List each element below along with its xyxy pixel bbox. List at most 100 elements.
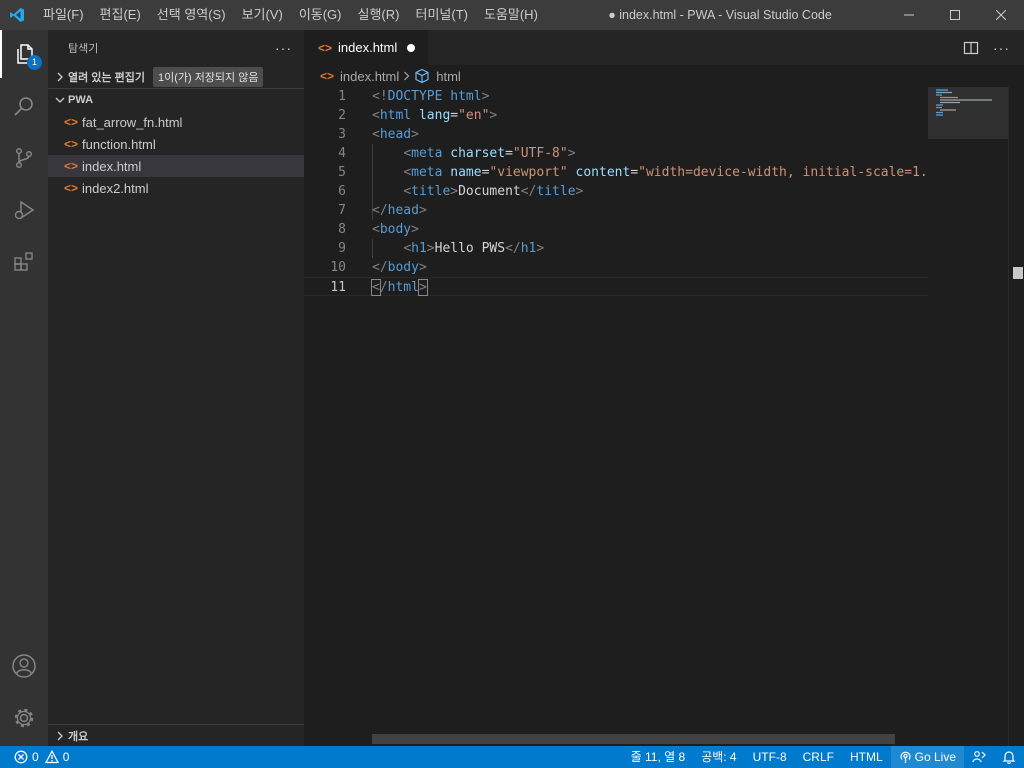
file-item[interactable]: <> fat_arrow_fn.html: [48, 111, 304, 133]
menu-item[interactable]: 이동(G): [291, 0, 350, 30]
menu-item[interactable]: 실행(R): [350, 0, 408, 30]
vertical-scrollbar[interactable]: [1008, 87, 1024, 746]
explorer-button[interactable]: 1: [0, 30, 48, 78]
code-token: >: [411, 222, 419, 237]
problems-indicator[interactable]: 0 0: [0, 746, 69, 768]
line-number: 1: [338, 89, 346, 104]
code-token: </: [372, 203, 388, 218]
chevron-down-icon: [52, 96, 68, 104]
code-token: >: [450, 184, 459, 199]
feedback-button[interactable]: [964, 746, 994, 768]
gear-icon: [14, 708, 34, 728]
folder-section-pwa[interactable]: PWA: [48, 89, 304, 111]
line-number: 9: [338, 241, 346, 256]
menu-item[interactable]: 파일(F): [34, 0, 92, 30]
sidebar-title: 탐색기: [68, 42, 99, 55]
breadcrumb-file[interactable]: index.html: [340, 69, 399, 84]
code-line[interactable]: 11 </html>: [304, 277, 928, 296]
close-button[interactable]: [978, 0, 1024, 30]
file-item[interactable]: <> function.html: [48, 133, 304, 155]
code-token: title: [536, 184, 576, 199]
manage-button[interactable]: [0, 694, 48, 742]
code-token: html: [387, 280, 419, 295]
menu-item[interactable]: 선택 영역(S): [149, 0, 234, 30]
code-token: title: [411, 184, 451, 199]
code-token: <: [372, 127, 380, 142]
menu-item[interactable]: 도움말(H): [476, 0, 546, 30]
explorer-badge: 1: [27, 55, 42, 70]
line-text: <title>Document</title>: [372, 182, 583, 201]
file-tree: <> fat_arrow_fn.html <> function.html <> inde…: [48, 111, 304, 199]
go-live-button[interactable]: Go Live: [890, 746, 964, 768]
code-line[interactable]: 1 <!DOCTYPE html>: [304, 87, 928, 106]
code-token: head: [379, 127, 412, 142]
code-line[interactable]: 9 <h1>Hello PWS</h1>: [304, 239, 928, 258]
sidebar-header: 탐색기 ···: [48, 30, 304, 65]
accounts-button[interactable]: [0, 642, 48, 690]
code-line[interactable]: 7 </head>: [304, 201, 928, 220]
file-name: fat_arrow_fn.html: [82, 114, 183, 130]
menu-item[interactable]: 편집(E): [92, 0, 149, 30]
code-token: <: [372, 222, 380, 237]
file-item[interactable]: <> index.html: [48, 155, 304, 177]
more-actions-icon[interactable]: ···: [275, 40, 292, 56]
code-token: h1: [520, 241, 537, 256]
code-line[interactable]: 10 </body>: [304, 258, 928, 277]
code-token: body: [379, 222, 412, 237]
notifications-button[interactable]: [994, 746, 1024, 768]
unsaved-dot-icon[interactable]: [407, 43, 416, 52]
indentation[interactable]: 공백: 4: [693, 746, 744, 768]
code-line[interactable]: 6 <title>Document</title>: [304, 182, 928, 201]
language-mode[interactable]: HTML: [842, 746, 891, 768]
line-number: 6: [338, 184, 346, 199]
code-line[interactable]: 3 <head>: [304, 125, 928, 144]
code-token: lang: [418, 108, 451, 123]
line-text: </head>: [372, 201, 427, 220]
html-file-icon: <>: [64, 181, 79, 195]
extensions-button[interactable]: [0, 238, 48, 286]
code-line[interactable]: 4 <meta charset="UTF-8">: [304, 144, 928, 163]
line-number: 11: [330, 280, 346, 295]
code-token: "viewport": [489, 165, 568, 180]
code-token: html: [379, 108, 412, 123]
menu-item[interactable]: 터미널(T): [407, 0, 475, 30]
code-token: >: [426, 241, 435, 256]
code-token: head: [387, 203, 419, 218]
extensions-icon: [14, 252, 33, 271]
breadcrumb-symbol[interactable]: html: [436, 69, 461, 84]
outline-section[interactable]: 개요: [48, 724, 304, 746]
minimize-button[interactable]: [886, 0, 932, 30]
cursor-position[interactable]: 줄 11, 열 8: [623, 746, 694, 768]
explorer-sidebar: 탐색기 ··· 열려 있는 편집기 1이(가) 저장되지 않음 PWA <> fa…: [48, 30, 304, 746]
line-number: 2: [338, 108, 346, 123]
code-line[interactable]: 5 <meta name="viewport" content="width=d…: [304, 163, 943, 182]
line-number: 7: [338, 203, 346, 218]
search-button[interactable]: [0, 82, 48, 130]
open-editors-section[interactable]: 열려 있는 편집기 1이(가) 저장되지 않음: [48, 65, 304, 89]
line-ending[interactable]: CRLF: [795, 746, 842, 768]
horizontal-scrollbar[interactable]: [372, 734, 895, 744]
code-line[interactable]: 2 <html lang="en">: [304, 106, 928, 125]
maximize-button[interactable]: [932, 0, 978, 30]
status-right-items: 줄 11, 열 8 공백: 4 UTF-8 CRLF HTML Go Live: [623, 746, 1024, 768]
file-item[interactable]: <> index2.html: [48, 177, 304, 199]
code-editor[interactable]: 1 <!DOCTYPE html> 2 <html lang="en"> 3 <head>…: [304, 87, 943, 296]
minimap-preview: [936, 89, 992, 116]
status-bar: 0 0 줄 11, 열 8 공백: 4 UTF-8 CRLF HTML Go L…: [0, 746, 1024, 768]
encoding[interactable]: UTF-8: [745, 746, 795, 768]
tab-index-html[interactable]: <> index.html: [304, 30, 428, 65]
window-controls: [886, 0, 1024, 30]
source-control-button[interactable]: [0, 134, 48, 182]
code-token: =: [630, 165, 639, 180]
minimap[interactable]: [928, 87, 1008, 746]
line-text: </html>: [371, 278, 428, 297]
code-line[interactable]: 8 <body>: [304, 220, 928, 239]
split-editor-icon[interactable]: [963, 40, 979, 56]
more-actions-icon[interactable]: ···: [993, 40, 1010, 56]
menu-item[interactable]: 보기(V): [234, 0, 291, 30]
code-token: <: [403, 146, 412, 161]
broadcast-icon: [900, 751, 911, 763]
run-debug-button[interactable]: [0, 186, 48, 234]
